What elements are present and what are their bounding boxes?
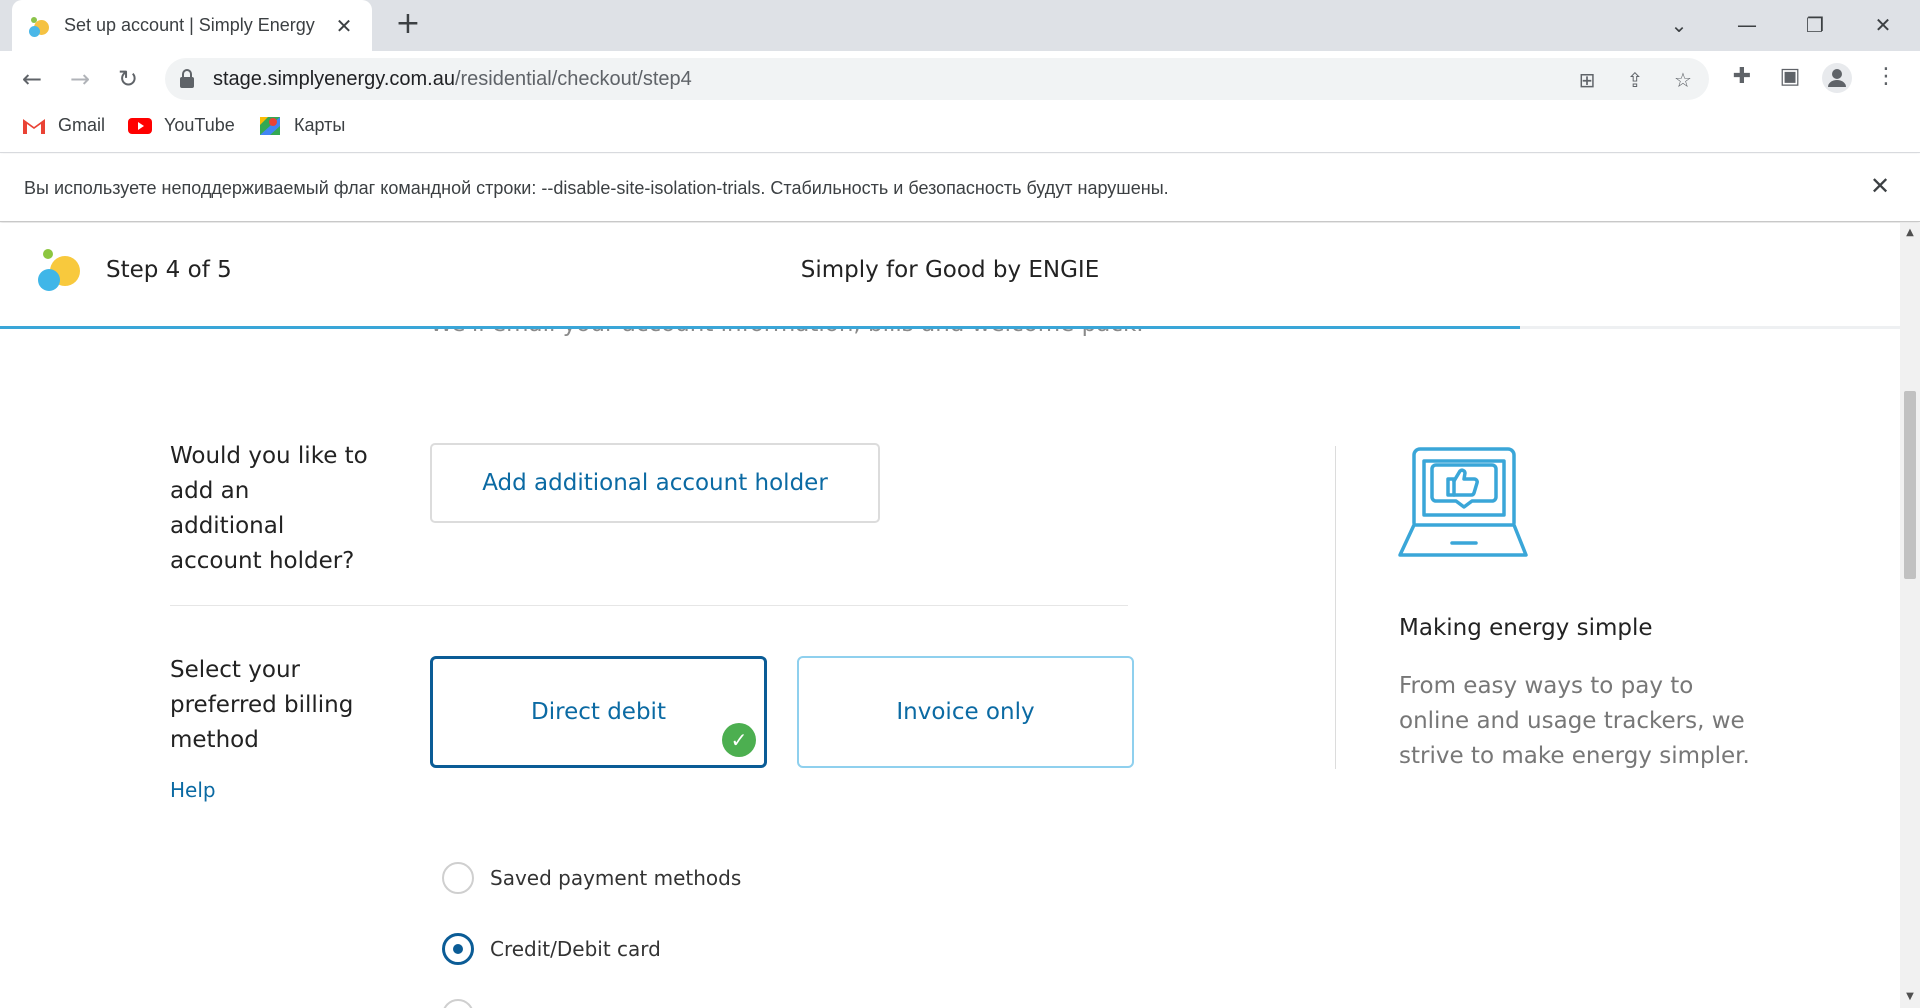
invoice-only-label: Invoice only: [896, 699, 1035, 725]
extensions-icon[interactable]: ✚: [1726, 61, 1758, 93]
tab-title: Set up account | Simply Energy: [64, 15, 315, 35]
brand-title: Simply for Good by ENGIE: [800, 257, 1100, 283]
close-window-icon[interactable]: ✕: [1854, 8, 1912, 42]
forward-icon[interactable]: →: [62, 61, 98, 97]
page-scrollbar[interactable]: ▲ ▼: [1900, 223, 1920, 1008]
column-divider: [1335, 446, 1336, 769]
radio-button[interactable]: [442, 999, 474, 1008]
infobar-text: Вы используете неподдерживаемый флаг ком…: [24, 178, 1169, 198]
page-viewport: Step 4 of 5 Simply for Good by ENGIE We'…: [0, 223, 1900, 1008]
radio-label: Saved payment methods: [490, 866, 742, 890]
help-link[interactable]: Help: [170, 778, 216, 802]
section-divider: [170, 605, 1128, 606]
step-progress-bar: [0, 326, 1900, 329]
scroll-up-icon[interactable]: ▲: [1904, 227, 1916, 239]
checkmark-icon: ✓: [722, 723, 756, 757]
address-bar[interactable]: stage.simplyenergy.com.au/residential/ch…: [165, 58, 1709, 100]
tab-close-icon[interactable]: ✕: [332, 14, 356, 38]
new-tab-icon[interactable]: +: [392, 9, 424, 41]
radio-button-selected[interactable]: [442, 933, 474, 965]
reload-icon[interactable]: ↻: [110, 61, 146, 97]
direct-debit-label: Direct debit: [531, 699, 666, 725]
tab-search-chevron-icon[interactable]: ⌄: [1650, 8, 1708, 42]
translate-icon[interactable]: ⊞: [1573, 66, 1601, 94]
gmail-icon: [23, 118, 45, 134]
bookmark-maps[interactable]: Карты: [258, 115, 345, 136]
browser-toolbar: ← → ↻ stage.simplyenergy.com.au/resident…: [0, 51, 1920, 105]
checkout-header: Step 4 of 5 Simply for Good by ENGIE: [0, 223, 1900, 329]
lock-icon: [180, 69, 194, 88]
back-icon[interactable]: ←: [14, 61, 50, 97]
bookmark-gmail[interactable]: Gmail: [22, 115, 105, 136]
laptop-thumbs-up-icon: [1398, 447, 1528, 557]
profile-avatar-icon[interactable]: [1822, 63, 1852, 93]
bookmarks-bar: Gmail YouTube Карты: [0, 105, 1920, 153]
youtube-icon: [128, 117, 152, 134]
promo-body: From easy ways to pay to online and usag…: [1399, 673, 1750, 769]
maps-icon: [260, 116, 280, 135]
direct-debit-option[interactable]: Direct debit ✓: [430, 656, 767, 768]
side-panel-icon[interactable]: ▣: [1774, 61, 1806, 93]
payment-method-card[interactable]: Credit/Debit card: [442, 933, 661, 965]
tab-strip: Set up account | Simply Energy ✕ + ⌄ — ❐…: [0, 0, 1920, 51]
invoice-only-option[interactable]: Invoice only: [797, 656, 1134, 768]
radio-label: Credit/Debit card: [490, 937, 661, 961]
add-account-holder-button[interactable]: Add additional account holder: [430, 443, 880, 523]
additional-holder-question: Would you like to add an additional acco…: [170, 443, 368, 574]
payment-method-saved[interactable]: Saved payment methods: [442, 862, 741, 894]
infobar-close-icon[interactable]: ✕: [1870, 172, 1890, 200]
simply-energy-favicon-icon: [28, 15, 50, 37]
browser-tab[interactable]: Set up account | Simply Energy ✕: [12, 0, 372, 51]
restore-icon[interactable]: ❐: [1786, 8, 1844, 42]
scroll-down-icon[interactable]: ▼: [1904, 991, 1916, 1003]
bookmark-star-icon[interactable]: ☆: [1669, 66, 1697, 94]
browser-menu-icon[interactable]: ⋮: [1870, 61, 1902, 93]
payment-method-other[interactable]: [442, 999, 490, 1008]
unsupported-flag-infobar: Вы используете неподдерживаемый флаг ком…: [0, 154, 1920, 222]
radio-button[interactable]: [442, 862, 474, 894]
bookmark-youtube[interactable]: YouTube: [128, 115, 235, 136]
url-text: stage.simplyenergy.com.au/residential/ch…: [213, 68, 692, 90]
scrollbar-thumb[interactable]: [1904, 391, 1916, 579]
share-icon[interactable]: ⇪: [1621, 66, 1649, 94]
minimize-icon[interactable]: —: [1718, 8, 1776, 42]
promo-title: Making energy simple: [1399, 615, 1653, 641]
billing-method-question: Select your preferred billing method: [170, 657, 354, 753]
step-progress-fill: [0, 326, 1520, 329]
